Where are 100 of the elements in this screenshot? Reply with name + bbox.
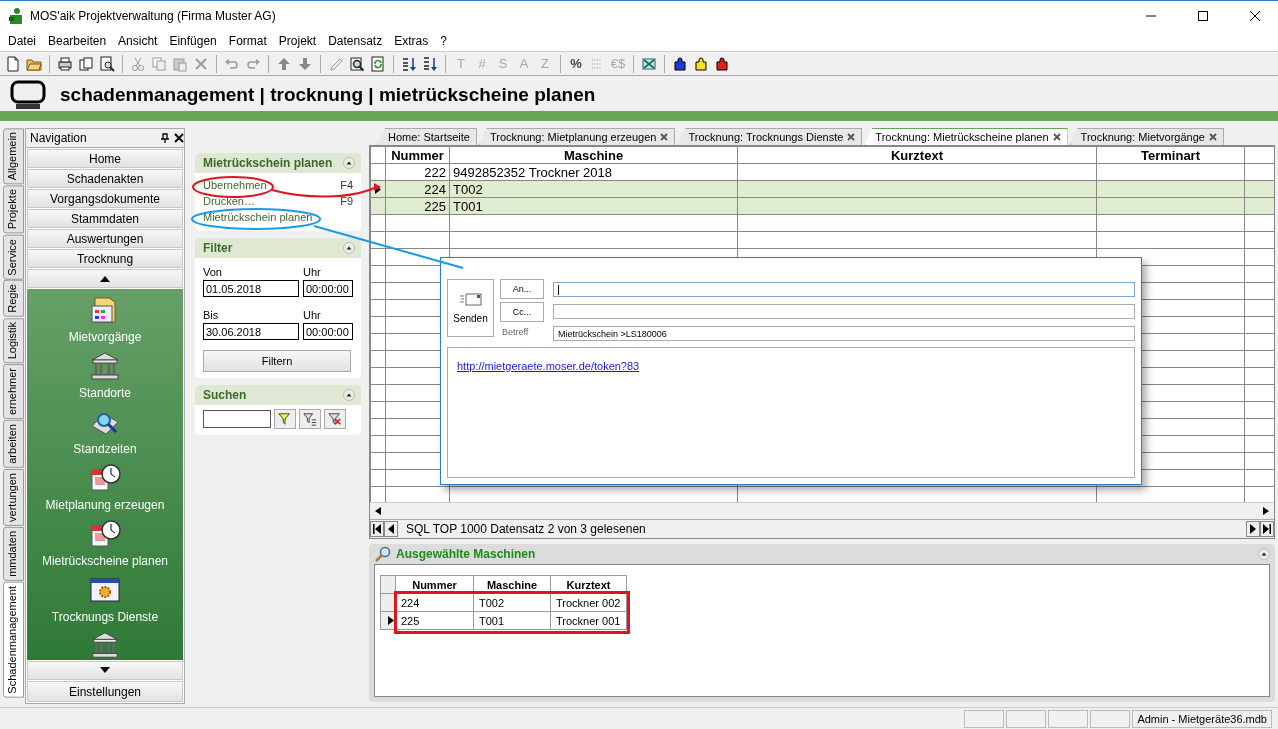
previous-record-button[interactable] [384,521,398,537]
status-text: Admin - Mietgeräte36.mdb [1132,709,1272,728]
settings-button[interactable]: Einstellungen [27,681,183,702]
collapse-icon[interactable] [1258,548,1270,560]
puzzle-piece-icon[interactable] [671,54,689,73]
document-tab[interactable]: Trocknung: Trocknungs Dienste [677,128,863,145]
to-button[interactable]: An... [500,279,544,299]
left-arrow-icon [375,507,381,515]
sort-descending-icon[interactable] [421,54,439,73]
print-preview-icon[interactable] [98,54,116,73]
table-cell: 225 [395,611,474,630]
navigation-item[interactable]: Standzeiten [73,442,137,456]
to-field[interactable] [553,282,1135,297]
last-record-button[interactable] [1260,521,1274,537]
table-cell: 9492852352 Trockner 2018 [449,163,738,181]
side-tab[interactable]: Projekte [3,185,24,234]
menu-item[interactable]: Projekt [272,33,323,48]
side-tab[interactable]: ernehmer [3,364,24,420]
close-icon[interactable] [1249,9,1261,22]
pages-icon[interactable] [77,54,95,73]
side-tab[interactable]: Service [3,234,24,280]
close-icon[interactable] [660,133,669,141]
side-tab[interactable]: vertungen [3,469,24,527]
new-document-icon[interactable] [4,54,22,73]
refresh-icon[interactable] [369,54,387,73]
menu-item[interactable]: Datensatz [322,33,389,48]
subject-field[interactable]: Mietrückschein >LS180006 [553,326,1135,341]
cc-button[interactable]: Cc... [500,302,544,322]
building-icon [89,630,121,660]
pin-icon[interactable] [160,133,170,143]
task-link[interactable]: Drucken… [203,195,255,207]
puzzle-piece-icon[interactable] [692,54,710,73]
menu-item[interactable]: Bearbeiten [42,33,113,48]
next-record-button[interactable] [1246,521,1260,537]
document-tab[interactable]: Trocknung: Mietvorgänge [1069,128,1224,145]
send-button[interactable]: Senden [447,279,494,337]
panel-title: Navigation [30,131,88,145]
column-header[interactable]: Kurztext [737,146,1097,164]
collapse-icon[interactable] [343,389,355,401]
status-panel [1048,709,1089,728]
section-title: Filter [203,241,234,255]
search-field[interactable] [203,410,271,428]
navigation-item[interactable]: Mietplanung erzeugen [45,498,165,512]
document-tab[interactable]: Trocknung: Mietplanung erzeugen [478,128,676,145]
document-tab[interactable]: Home: Startseite [377,128,477,145]
date-field[interactable]: 30.06.2018 [203,323,299,340]
magnifier-document-icon[interactable] [348,54,366,73]
first-record-button[interactable] [370,521,384,537]
menu-item[interactable]: Einfügen [163,33,223,48]
side-tab[interactable]: mmdaten [3,527,24,582]
time-field[interactable]: 00:00:00 [303,280,353,297]
message-body[interactable]: http://mietgeraete.moser.de/token?83 [447,347,1135,478]
field-label: Uhr [303,265,322,278]
close-icon[interactable] [174,133,184,143]
column-header[interactable]: Maschine [449,146,738,164]
clear-filter-icon[interactable] [324,409,346,429]
time-field[interactable]: 00:00:00 [303,323,353,340]
side-tab[interactable]: Regie [3,280,24,318]
close-icon[interactable] [847,133,856,141]
task-link[interactable]: Übernehmen [203,179,267,191]
filter-icon[interactable] [274,409,296,429]
building-icon [89,350,121,382]
printer-icon[interactable] [56,54,74,73]
navigation-group-button[interactable]: Stammdaten [27,209,183,228]
navigation-group-button[interactable]: Trocknung [27,249,183,268]
navigation-group-button[interactable]: Schadenakten [27,169,183,188]
column-header[interactable]: Nummer [385,146,450,164]
maximize-icon[interactable] [1197,9,1209,22]
puzzle-piece-icon[interactable] [713,54,731,73]
skip-last-icon [1263,524,1271,534]
column-header[interactable]: Terminart [1096,146,1245,164]
navigation-group-button[interactable]: Vorgangsdokumente [27,189,183,208]
date-field[interactable]: 01.05.2018 [203,280,299,297]
side-tab[interactable]: Schadenmanagement [3,582,24,698]
toolbar-button[interactable]: % [567,56,585,71]
menu-item[interactable]: ? [434,33,453,48]
link[interactable]: http://mietgeraete.moser.de/token?83 [457,360,640,372]
menu-item[interactable]: Format [222,33,273,48]
side-tab[interactable]: Logistik [3,318,24,364]
navigation-group-button[interactable]: Home [27,149,183,168]
menu-item[interactable]: Datei [2,33,42,48]
menu-item[interactable]: Extras [388,33,435,48]
navigation-item[interactable]: Standorte [78,386,131,400]
side-tab[interactable]: Allgemein [3,128,24,185]
navigation-item[interactable]: Mietrückscheine planen [41,554,169,568]
side-tab[interactable]: arbeiten [3,420,24,469]
document-tab[interactable]: Trocknung: Mietrückscheine planen [864,128,1068,145]
navigation-group-button[interactable]: Auswertungen [27,229,183,248]
status-panel [964,709,1005,728]
navigation-item[interactable]: Trocknungs Dienste [51,610,159,624]
filter-button[interactable]: Filtern [203,350,351,372]
close-icon[interactable] [1052,133,1061,141]
cc-field[interactable] [553,304,1135,319]
filter-list-icon[interactable] [299,409,321,429]
close-icon[interactable] [1208,133,1217,141]
task-link[interactable]: Mietrückschein planen [203,211,313,223]
calendar-clock-icon [89,518,121,550]
collapse-icon[interactable] [343,157,355,169]
menu-item[interactable]: Ansicht [112,33,164,48]
collapse-icon[interactable] [343,242,355,254]
